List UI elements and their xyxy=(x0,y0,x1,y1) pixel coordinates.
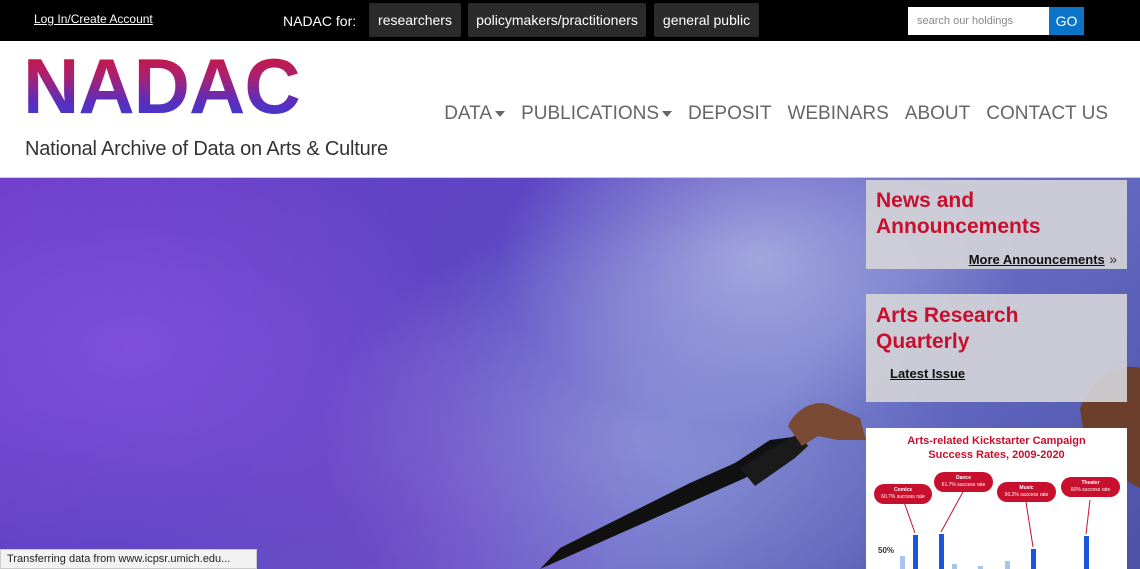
bubble-music: Music 50.2% success rate xyxy=(997,485,1056,499)
news-announcements-box: News and Announcements More Announcement… xyxy=(866,180,1127,269)
kickstarter-chart-card[interactable]: Arts-related Kickstarter Campaign Succes… xyxy=(866,428,1127,569)
nadac-logo[interactable]: NADAC xyxy=(23,42,301,130)
arts-research-quarterly-box: Arts Research Quarterly Latest Issue xyxy=(866,294,1127,402)
latest-issue-link[interactable]: Latest Issue xyxy=(890,366,965,381)
main-nav: DATA PUBLICATIONS DEPOSIT WEBINARS ABOUT… xyxy=(444,103,1108,125)
site-tagline: National Archive of Data on Arts & Cultu… xyxy=(25,138,388,160)
more-announcements-link[interactable]: More Announcements » xyxy=(969,251,1117,269)
news-title: News and Announcements xyxy=(876,188,1041,240)
search-go-button[interactable]: GO xyxy=(1049,7,1084,35)
search-input[interactable] xyxy=(908,7,1049,35)
nav-data[interactable]: DATA xyxy=(444,103,506,125)
bubble-music-rate: 50.2% success rate xyxy=(1004,492,1049,498)
bubble-music-name: Music xyxy=(1019,485,1034,491)
nav-deposit[interactable]: DEPOSIT xyxy=(688,103,771,125)
news-title-line1: News and xyxy=(876,189,975,212)
bubble-comics-rate: 60.7% success rate xyxy=(881,494,925,500)
browser-status-bar: Transferring data from www.icpsr.umich.e… xyxy=(0,549,257,569)
nav-publications-label: PUBLICATIONS xyxy=(521,103,660,124)
top-bar: Log In/Create Account NADAC for: researc… xyxy=(0,0,1140,41)
nav-webinars[interactable]: WEBINARS xyxy=(787,103,888,125)
logo-text: NADAC xyxy=(23,42,301,130)
audience-researchers-button[interactable]: researchers xyxy=(369,3,461,37)
chevron-down-icon xyxy=(495,110,506,117)
arq-title-line2: Quarterly xyxy=(876,330,970,353)
audience-policymakers-button[interactable]: policymakers/practitioners xyxy=(468,3,646,37)
chevron-down-icon xyxy=(662,110,673,117)
bubble-theater-rate: 60% success rate xyxy=(1070,487,1111,493)
nadac-for-label: NADAC for: xyxy=(283,13,357,29)
login-link[interactable]: Log In/Create Account xyxy=(34,12,153,26)
bubble-dance-name: Dance xyxy=(955,475,971,481)
more-announcements-label: More Announcements xyxy=(968,252,1105,267)
bubble-comics: Comics 60.7% success rate xyxy=(874,487,932,501)
bubble-dance-rate: 61.7% success rate xyxy=(941,482,986,488)
nav-about[interactable]: ABOUT xyxy=(905,103,970,125)
double-chevron-right-icon: » xyxy=(1109,251,1117,267)
news-title-line2: Announcements xyxy=(876,215,1041,238)
bubble-comics-name: Comics xyxy=(893,487,913,493)
bubble-theater-name: Theater xyxy=(1081,480,1100,486)
bubble-dance: Dance 61.7% success rate xyxy=(934,475,993,489)
nav-contact-us[interactable]: CONTACT US xyxy=(986,103,1108,125)
arq-title-line1: Arts Research xyxy=(876,304,1019,327)
chart-y-label: 50% xyxy=(878,546,895,555)
nav-data-label: DATA xyxy=(444,103,493,124)
nav-publications[interactable]: PUBLICATIONS xyxy=(521,103,673,125)
bubble-theater: Theater 60% success rate xyxy=(1061,480,1120,494)
audience-general-public-button[interactable]: general public xyxy=(654,3,759,37)
arq-title: Arts Research Quarterly xyxy=(876,303,1018,355)
site-header: NADAC National Archive of Data on Arts &… xyxy=(0,41,1140,178)
